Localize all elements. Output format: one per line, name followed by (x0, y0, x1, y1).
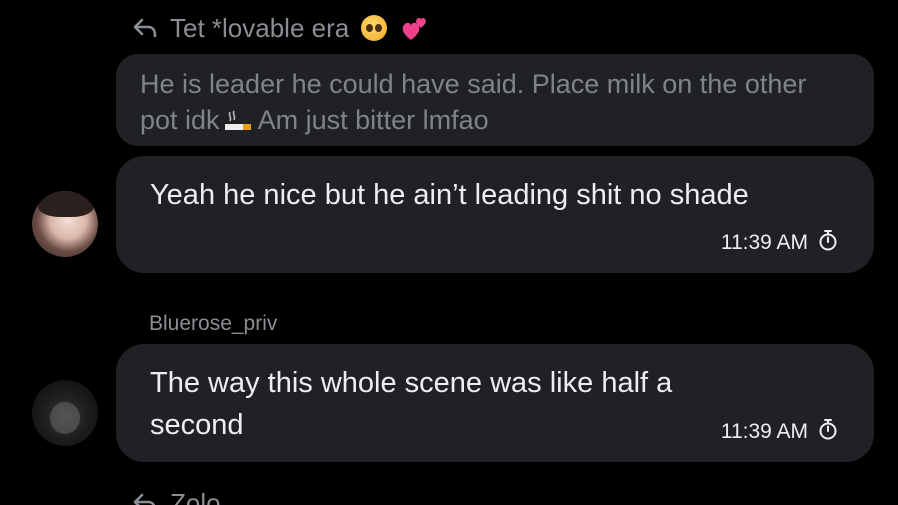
message-text: The way this whole scene was like half a… (150, 367, 673, 441)
reply-arrow-icon (132, 492, 158, 505)
reply-header[interactable]: Zolo (132, 490, 221, 505)
message-meta: 11:39 AM (721, 418, 838, 444)
quoted-text-line-2b: Am just bitter lmfao (257, 105, 489, 135)
quoted-message[interactable]: He is leader he could have said. Place m… (116, 54, 874, 146)
reply-header[interactable]: Tet *lovable era (132, 14, 429, 42)
reply-arrow-icon (132, 17, 158, 39)
reply-author: Zolo (170, 488, 221, 505)
message-bubble[interactable]: The way this whole scene was like half a… (116, 344, 874, 462)
chat-view: Tet *lovable era He is leader he could h… (0, 0, 898, 505)
message-time: 11:39 AM (720, 230, 808, 254)
two-hearts-emoji-icon (399, 14, 429, 42)
cigarette-emoji-icon (224, 105, 252, 141)
message-bubble[interactable]: Yeah he nice but he ain’t leading shit n… (116, 156, 874, 273)
message-text: Yeah he nice but he ain’t leading shit n… (150, 179, 749, 211)
message-meta: 11:39 AM (721, 229, 838, 255)
quoted-text-line-1: He is leader he could have said. Place m… (140, 69, 807, 99)
timer-icon (818, 418, 838, 444)
avatar[interactable] (32, 191, 98, 257)
reply-author: Tet *lovable era (170, 13, 350, 43)
timer-icon (818, 229, 838, 255)
quoted-text-line-2a: pot idk (140, 105, 220, 135)
avatar[interactable] (32, 380, 98, 446)
message-time: 11:39 AM (720, 419, 808, 443)
sender-name[interactable]: Bluerose_priv (149, 312, 277, 336)
pleading-face-emoji-icon (361, 15, 388, 41)
